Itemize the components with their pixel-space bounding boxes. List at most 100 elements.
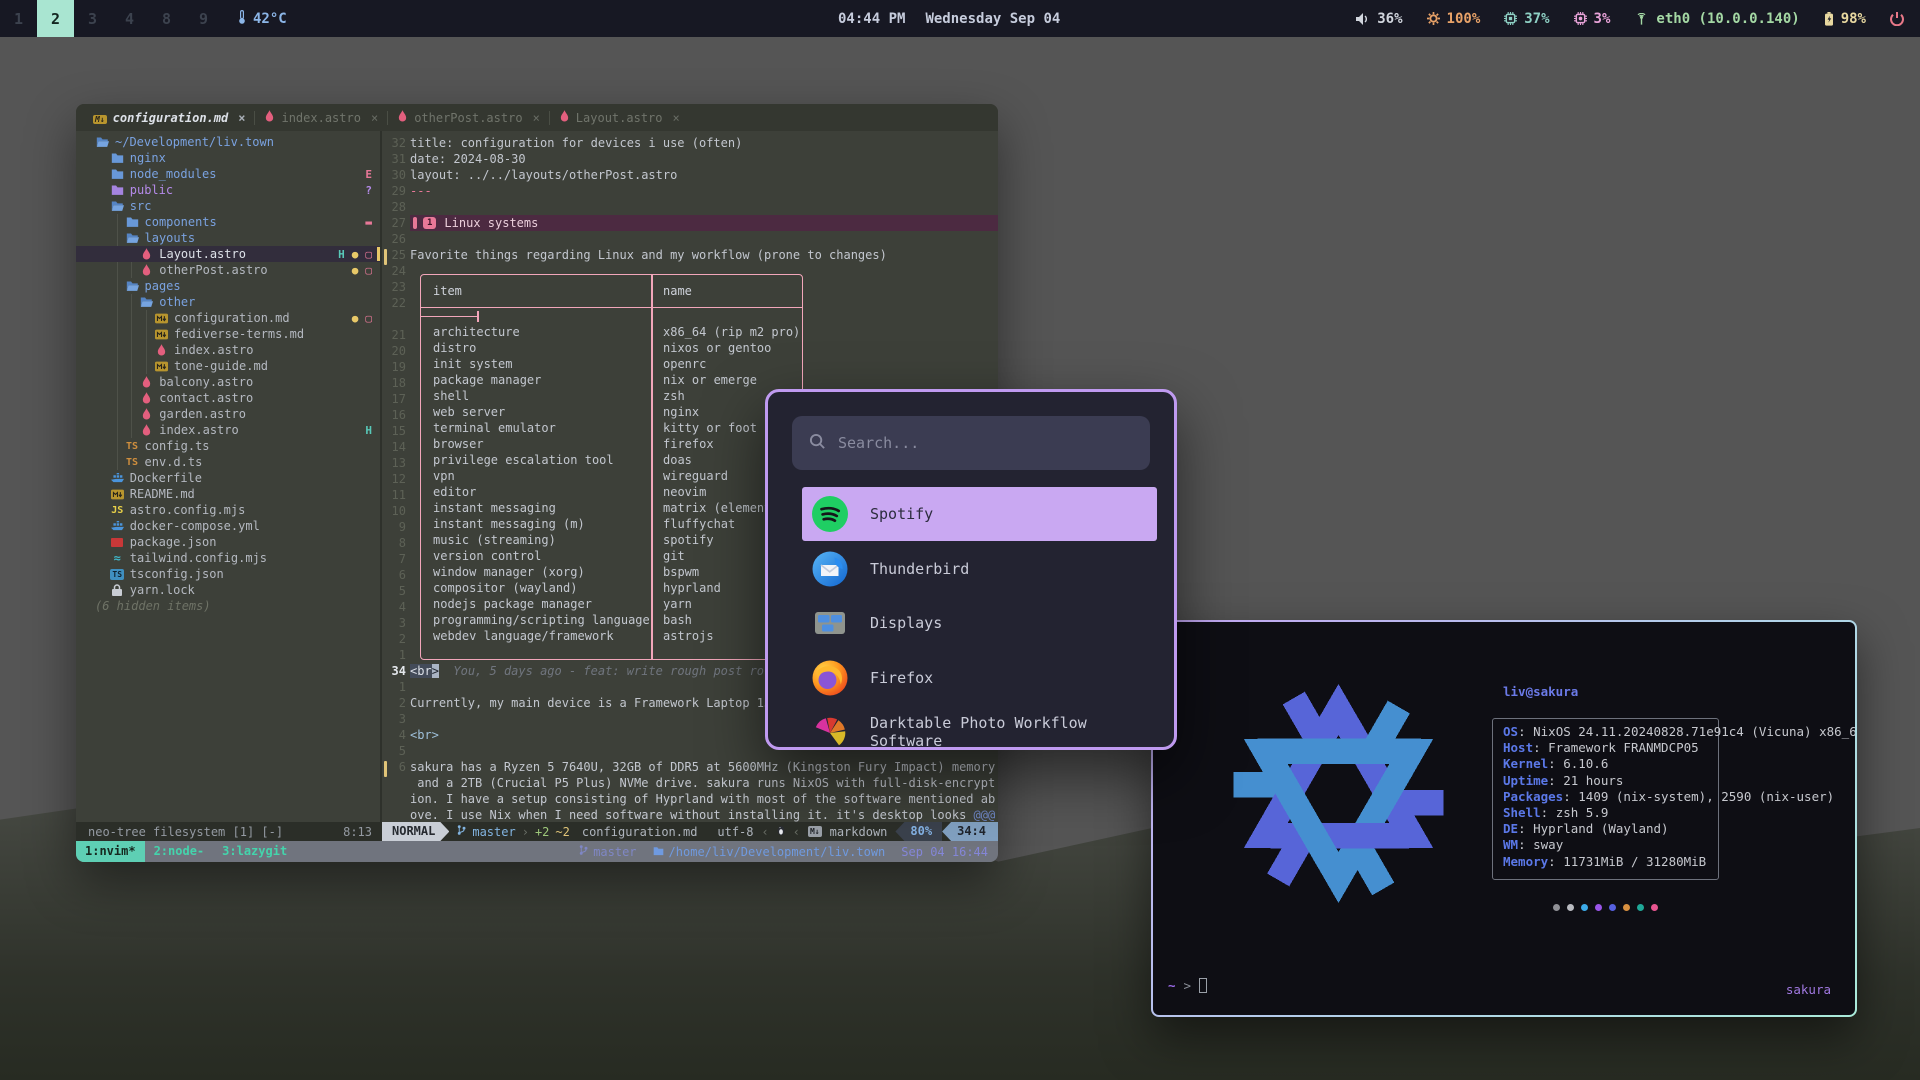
terminal-color-palette <box>1553 904 1658 911</box>
close-icon[interactable]: × <box>371 111 378 125</box>
close-icon[interactable]: × <box>238 111 245 125</box>
tmux-session-3-lazygit[interactable]: 3:lazygit <box>213 841 296 862</box>
tree-item-yarn-lock[interactable]: yarn.lock <box>76 582 380 598</box>
tab-index-astro[interactable]: index.astro× <box>255 104 387 131</box>
app-launcher[interactable]: SpotifyThunderbird Displays FirefoxDarktab… <box>765 389 1177 750</box>
launcher-item-displays[interactable]: Displays <box>802 596 1157 650</box>
line-number: 8 <box>382 535 406 551</box>
palette-dot <box>1637 904 1644 911</box>
clock[interactable]: 04:44 PM Wednesday Sep 04 <box>838 0 1060 37</box>
tree-item-badges: ●▢ <box>352 312 380 325</box>
tree-item-label: Layout.astro <box>159 247 246 261</box>
tree-item-tsconfig-json[interactable]: TStsconfig.json <box>76 566 380 582</box>
tab-layout-astro[interactable]: Layout.astro× <box>550 104 689 131</box>
tree-item-tone-guide-md[interactable]: tone-guide.md <box>76 358 380 374</box>
power-icon <box>1890 12 1904 26</box>
tree-item-package-json[interactable]: package.json <box>76 534 380 550</box>
status-battery[interactable]: 98% <box>1824 11 1866 27</box>
tree-item--6-hidden-items-[interactable]: (6 hidden items) <box>76 598 380 614</box>
workspace-1[interactable]: 1 <box>0 0 37 37</box>
tree-item-configuration-md[interactable]: configuration.md●▢ <box>76 310 380 326</box>
close-icon[interactable]: × <box>533 111 540 125</box>
tree-item-label: (6 hidden items) <box>95 599 211 613</box>
tree-item-contact-astro[interactable]: contact.astro <box>76 390 380 406</box>
status-volume[interactable]: 36% <box>1356 11 1402 27</box>
neotree-file-explorer[interactable]: ~/Development/liv.townnginxnode_modulesE… <box>76 131 380 822</box>
tree-item-label: nginx <box>130 151 166 165</box>
launcher-item-darktable[interactable]: Darktable Photo Workflow Software <box>802 705 1157 750</box>
tree-item-tailwind-config-mjs[interactable]: ≈tailwind.config.mjs <box>76 550 380 566</box>
launcher-item-firefox[interactable]: Firefox <box>802 651 1157 705</box>
status-gpu[interactable]: 3% <box>1574 11 1611 27</box>
tree-item-docker-compose-yml[interactable]: docker-compose.yml <box>76 518 380 534</box>
workspace-8[interactable]: 8 <box>148 0 185 37</box>
status-value: eth0 (10.0.0.140) <box>1656 11 1799 27</box>
temperature-module: 42°C <box>238 10 287 28</box>
file-encoding: utf-8 <box>717 825 753 839</box>
fetch-terminal[interactable]: liv@sakura OS: NixOS 24.11.20240828.71e9… <box>1153 622 1855 1015</box>
table-row: window manager (xorg)bspwm <box>421 564 802 580</box>
tree-item-other[interactable]: other <box>76 294 380 310</box>
status-network[interactable]: eth0 (10.0.0.140) <box>1634 11 1799 27</box>
tree-item-dockerfile[interactable]: Dockerfile <box>76 470 380 486</box>
workspace-9[interactable]: 9 <box>185 0 222 37</box>
tree-item-astro-config-mjs[interactable]: JSastro.config.mjs <box>76 502 380 518</box>
tree-item-config-ts[interactable]: TSconfig.ts <box>76 438 380 454</box>
shell-prompt[interactable]: ~ > <box>1168 978 1207 993</box>
heading-level-icon: 1 <box>423 217 436 229</box>
tree-item--development-liv-town[interactable]: ~/Development/liv.town <box>76 134 380 150</box>
tmux-session-1-nvim-[interactable]: 1:nvim* <box>76 841 145 862</box>
tree-item-node_modules[interactable]: node_modulesE <box>76 166 380 182</box>
table-row: init systemopenrc <box>421 356 802 372</box>
tree-item-fediverse-terms-md[interactable]: fediverse-terms.md <box>76 326 380 342</box>
tree-item-garden-astro[interactable]: garden.astro <box>76 406 380 422</box>
tailwind-icon: ≈ <box>110 551 125 565</box>
tree-item-index-astro[interactable]: index.astroH <box>76 422 380 438</box>
line-number: 3 <box>382 711 406 727</box>
line-number: 27 <box>382 215 406 231</box>
tree-item-otherpost-astro[interactable]: otherPost.astro●▢ <box>76 262 380 278</box>
close-icon[interactable]: × <box>673 111 680 125</box>
tree-item-public[interactable]: public? <box>76 182 380 198</box>
status-value: 37% <box>1524 11 1549 27</box>
astro-icon <box>154 344 169 357</box>
tree-item-label: config.ts <box>145 439 210 453</box>
folder-icon <box>95 136 110 148</box>
launcher-item-thunderbird[interactable]: Thunderbird <box>802 542 1157 596</box>
status-cpu[interactable]: 37% <box>1504 11 1549 27</box>
tree-item-readme-md[interactable]: README.md <box>76 486 380 502</box>
status-power[interactable] <box>1890 12 1904 26</box>
chevron-left-icon: ‹ <box>793 825 800 839</box>
tree-item-components[interactable]: components▬ <box>76 214 380 230</box>
table-cell-item: privilege escalation tool <box>421 452 651 468</box>
tab-configuration-md[interactable]: M↓configuration.md× <box>84 104 254 131</box>
tree-item-env-d-ts[interactable]: TSenv.d.ts <box>76 454 380 470</box>
tree-item-pages[interactable]: pages <box>76 278 380 294</box>
tree-item-src[interactable]: src <box>76 198 380 214</box>
tmux-session-2-node-[interactable]: 2:node- <box>145 841 214 862</box>
search-input[interactable] <box>838 434 1138 452</box>
volume-icon <box>1356 13 1370 25</box>
table-cell-item: programming/scripting language <box>421 612 651 628</box>
buffer-line: date: 2024-08-30 <box>410 151 998 167</box>
tree-item-layout-astro[interactable]: Layout.astroH●▢ <box>76 246 380 262</box>
tree-item-nginx[interactable]: nginx <box>76 150 380 166</box>
tree-item-label: pages <box>145 279 181 293</box>
palette-dot <box>1609 904 1616 911</box>
fetch-terminal-window[interactable]: liv@sakura OS: NixOS 24.11.20240828.71e9… <box>1151 620 1857 1017</box>
chevron-left-icon: ‹ <box>762 825 769 839</box>
tab-otherpost-astro[interactable]: otherPost.astro× <box>388 104 549 131</box>
workspace-3[interactable]: 3 <box>74 0 111 37</box>
tree-item-label: astro.config.mjs <box>130 503 246 517</box>
buffer-line: title: configuration for devices i use (… <box>410 135 998 151</box>
launcher-item-label: Displays <box>870 614 942 632</box>
launcher-item-spotify[interactable]: Spotify <box>802 487 1157 541</box>
tree-item-balcony-astro[interactable]: balcony.astro <box>76 374 380 390</box>
workspace-4[interactable]: 4 <box>111 0 148 37</box>
tree-item-layouts[interactable]: layouts <box>76 230 380 246</box>
buffer-line <box>410 199 998 215</box>
launcher-search[interactable] <box>792 416 1150 470</box>
workspace-2[interactable]: 2 <box>37 0 74 37</box>
tree-item-index-astro[interactable]: index.astro <box>76 342 380 358</box>
status-gear[interactable]: 100% <box>1427 11 1481 27</box>
